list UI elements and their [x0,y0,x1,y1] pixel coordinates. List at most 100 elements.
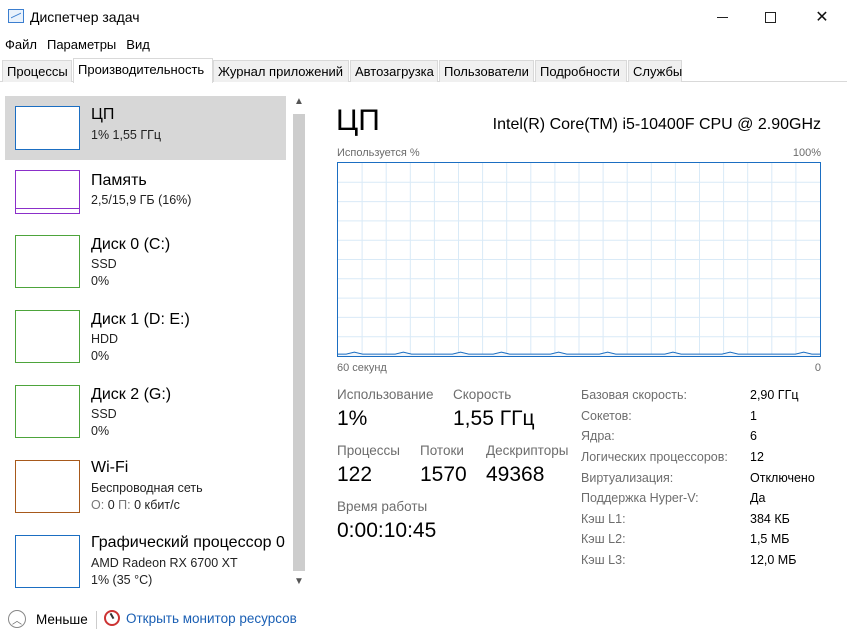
memory-thumbnail-graph [15,170,80,214]
graph-y-label: Используется % [337,147,420,159]
disk1-thumbnail-graph [15,310,80,363]
sidebar-item-disk-2[interactable]: Диск 2 (G:) SSD 0% [5,378,286,450]
tab-performance[interactable]: Производительность [73,58,213,83]
tab-bar: Процессы Производительность Журнал прило… [0,58,847,83]
minimize-button[interactable] [697,0,747,34]
sidebar-item-disk-1[interactable]: Диск 1 (D: E:) HDD 0% [5,303,286,375]
spec-value: 12 [750,450,764,464]
window-title: Диспетчер задач [30,9,140,25]
tab-users[interactable]: Пользователи [439,60,534,82]
graph-x-label: 60 секунд [337,362,387,374]
sidebar-item-subtitle: SSD [91,407,117,421]
sidebar-item-gpu[interactable]: Графический процессор 0 AMD Radeon RX 67… [5,528,286,594]
chevron-up-icon: ︿ [8,610,26,628]
maximize-button[interactable] [745,0,795,34]
sidebar-item-title: Wi-Fi [91,459,129,476]
close-button[interactable]: ✕ [797,0,847,34]
scrollbar-thumb[interactable] [293,114,305,571]
speed-label: Скорость [453,387,512,402]
open-resource-monitor-link[interactable]: Открыть монитор ресурсов [104,610,297,626]
spec-label: Виртуализация: [581,471,674,485]
threads-label: Потоки [420,443,464,458]
sidebar-item-title: Диск 0 (C:) [91,236,171,253]
footer-divider [96,611,97,629]
spec-value: 2,90 ГГц [750,388,799,402]
processes-label: Процессы [337,443,401,458]
spec-label: Поддержка Hyper-V: [581,491,699,505]
menu-options[interactable]: Параметры [42,34,121,56]
spec-label: Ядра: [581,429,615,443]
spec-value: 1,5 МБ [750,532,790,546]
sidebar-item-memory[interactable]: Память 2,5/15,9 ГБ (16%) [5,162,286,226]
task-manager-icon [8,9,24,23]
resource-monitor-icon [104,610,120,626]
sidebar-item-value: 0% [91,349,110,363]
sidebar-item-wifi[interactable]: Wi-Fi Беспроводная сеть О: 0 П: 0 кбит/с [5,453,286,525]
maximize-icon [764,11,776,23]
sidebar-item-disk-0[interactable]: Диск 0 (C:) SSD 0% [5,228,286,300]
open-resource-monitor-label: Открыть монитор ресурсов [126,610,297,626]
usage-label: Использование [337,387,434,402]
disk0-thumbnail-graph [15,235,80,288]
send-value: 0 [107,498,115,512]
wifi-thumbnail-graph [15,460,80,513]
processes-value: 122 [337,463,373,486]
scroll-down-arrow-icon[interactable]: ▼ [294,576,304,587]
spec-value: Да [750,491,766,505]
tab-details[interactable]: Подробности [535,60,627,82]
menu-view[interactable]: Вид [121,34,155,56]
sidebar-item-value: 0% [91,274,110,288]
spec-label: Сокетов: [581,409,632,423]
handles-label: Дескрипторы [486,443,569,458]
sidebar-item-title: ЦП [91,106,115,123]
spec-value: 384 КБ [750,512,790,526]
spec-label: Кэш L2: [581,532,626,546]
scroll-up-arrow-icon[interactable]: ▲ [294,96,304,107]
sidebar-item-title: Память [91,172,147,189]
resource-sidebar: ЦП 1% 1,55 ГГц Память 2,5/15,9 ГБ (16%) … [0,94,310,596]
sidebar-item-subtitle: HDD [91,332,119,346]
tab-startup[interactable]: Автозагрузка [350,60,438,82]
gpu-thumbnail-graph [15,535,80,588]
spec-value: 12,0 МБ [750,553,797,567]
sidebar-scrollbar[interactable]: ▲ ▼ [290,94,308,594]
uptime-value: 0:00:10:45 [337,519,437,542]
spec-value: 1 [750,409,757,423]
menu-file[interactable]: Файл [0,34,42,56]
sidebar-item-value: 0% [91,424,110,438]
wifi-throughput: О: 0 П: 0 кбит/с [91,498,180,512]
sidebar-item-subtitle: 2,5/15,9 ГБ (16%) [91,193,192,207]
cpu-model-name: Intel(R) Core(TM) i5-10400F CPU @ 2.90GH… [492,116,821,133]
sidebar-item-title: Диск 1 (D: E:) [91,311,190,328]
sidebar-item-title: Диск 2 (G:) [91,386,172,403]
spec-label: Кэш L1: [581,512,626,526]
minimize-icon [716,16,728,18]
title-bar: Диспетчер задач ✕ [0,0,847,34]
handles-value: 49368 [486,463,545,486]
cpu-usage-chart-svg [338,163,820,356]
spec-label: Кэш L3: [581,553,626,567]
spec-value: 6 [750,429,757,443]
close-icon: ✕ [815,9,829,26]
sidebar-item-value: 1% (35 °C) [91,573,153,587]
sidebar-item-subtitle: Беспроводная сеть [91,481,203,495]
usage-value: 1% [337,407,368,430]
speed-value: 1,55 ГГц [453,407,535,430]
receive-label: П: [118,498,131,512]
menu-bar: Файл Параметры Вид [0,34,155,56]
cpu-detail-pane: ЦП Intel(R) Core(TM) i5-10400F CPU @ 2.9… [320,94,840,594]
sidebar-item-subtitle: AMD Radeon RX 6700 XT [91,556,238,570]
tab-processes[interactable]: Процессы [2,60,72,82]
sidebar-item-subtitle: SSD [91,257,117,271]
graph-y-max-label: 100% [792,147,821,159]
sidebar-item-subtitle: 1% 1,55 ГГц [91,128,162,142]
disk2-thumbnail-graph [15,385,80,438]
graph-x-end-label: 0 [814,362,821,374]
sidebar-item-cpu[interactable]: ЦП 1% 1,55 ГГц [5,96,286,160]
uptime-label: Время работы [337,499,428,514]
cpu-thumbnail-graph [15,106,80,150]
fewer-details-button[interactable]: ︿ Меньше [8,610,88,628]
tab-app-history[interactable]: Журнал приложений [213,60,349,82]
tab-services[interactable]: Службы [628,60,682,82]
cpu-usage-graph [337,162,821,357]
